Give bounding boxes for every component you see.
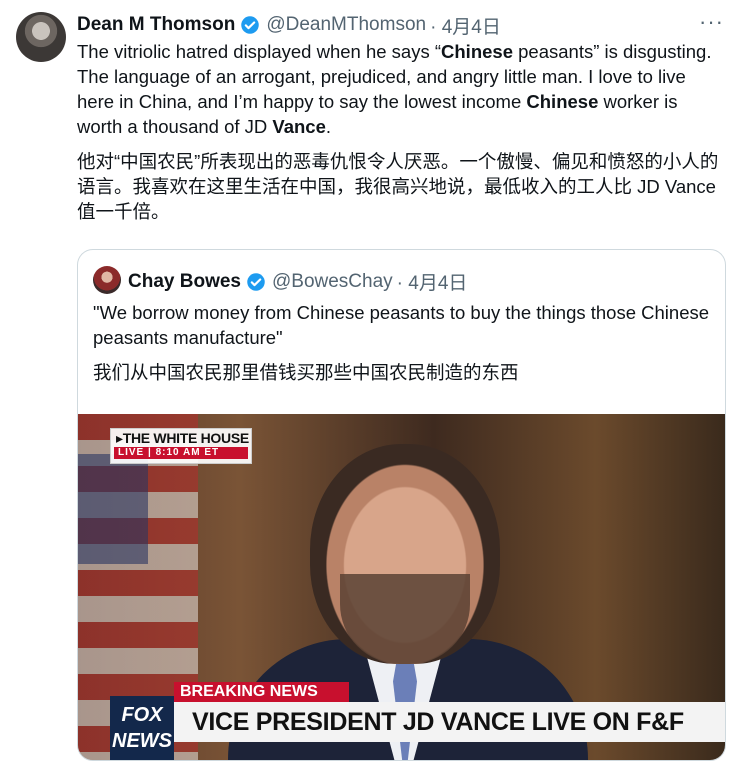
- more-icon[interactable]: ···: [699, 11, 723, 34]
- author-avatar[interactable]: [16, 12, 66, 62]
- tweet-date[interactable]: · 4月4日: [430, 12, 501, 39]
- author-handle[interactable]: @DeanMThomson: [266, 14, 426, 36]
- author-name[interactable]: Dean M Thomson: [77, 14, 235, 36]
- tweet-text-chinese: 他对“中国农民”所表现出的恶毒仇恨令人厌恶。一个傲慢、偏见和愤怒的小人的语言。我…: [77, 151, 719, 222]
- live-time: LIVE | 8:10 AM ET: [118, 447, 220, 458]
- quote-text-chinese: 我们从中国农民那里借钱买那些中国农民制造的东西: [93, 362, 519, 383]
- breaking-news-label: BREAKING NEWS: [174, 682, 349, 702]
- verified-badge-icon: [241, 16, 260, 34]
- quote-author-avatar[interactable]: [93, 266, 121, 294]
- quote-header: Chay Bowes @BowesChay · 4月4日: [128, 268, 467, 295]
- quote-author-name[interactable]: Chay Bowes: [128, 271, 241, 293]
- verified-badge-icon: [247, 272, 265, 291]
- tweet[interactable]: Dean M Thomson @DeanMThomson · 4月4日 ··· …: [0, 0, 747, 761]
- quoted-tweet[interactable]: Chay Bowes @BowesChay · 4月4日 "We borrow …: [77, 249, 726, 761]
- lower-third-text: VICE PRESIDENT JD VANCE LIVE ON F&F: [192, 708, 684, 736]
- quote-text-english: "We borrow money from Chinese peasants t…: [93, 302, 710, 348]
- network-logo: FOX NEWS: [110, 696, 174, 760]
- tweet-header: Dean M Thomson @DeanMThomson · 4月4日: [77, 12, 727, 38]
- flag-canton: [78, 454, 148, 564]
- quote-date[interactable]: · 4月4日: [397, 268, 468, 295]
- tweet-text-english: The vitriolic hatred displayed when he s…: [77, 41, 712, 137]
- quote-author-handle[interactable]: @BowesChay: [272, 271, 393, 293]
- location-bug-title: ▸THE WHITE HOUSE: [116, 430, 249, 446]
- video-player[interactable]: ▸THE WHITE HOUSE LIVE | 8:10 AM ET BREAK…: [78, 414, 725, 760]
